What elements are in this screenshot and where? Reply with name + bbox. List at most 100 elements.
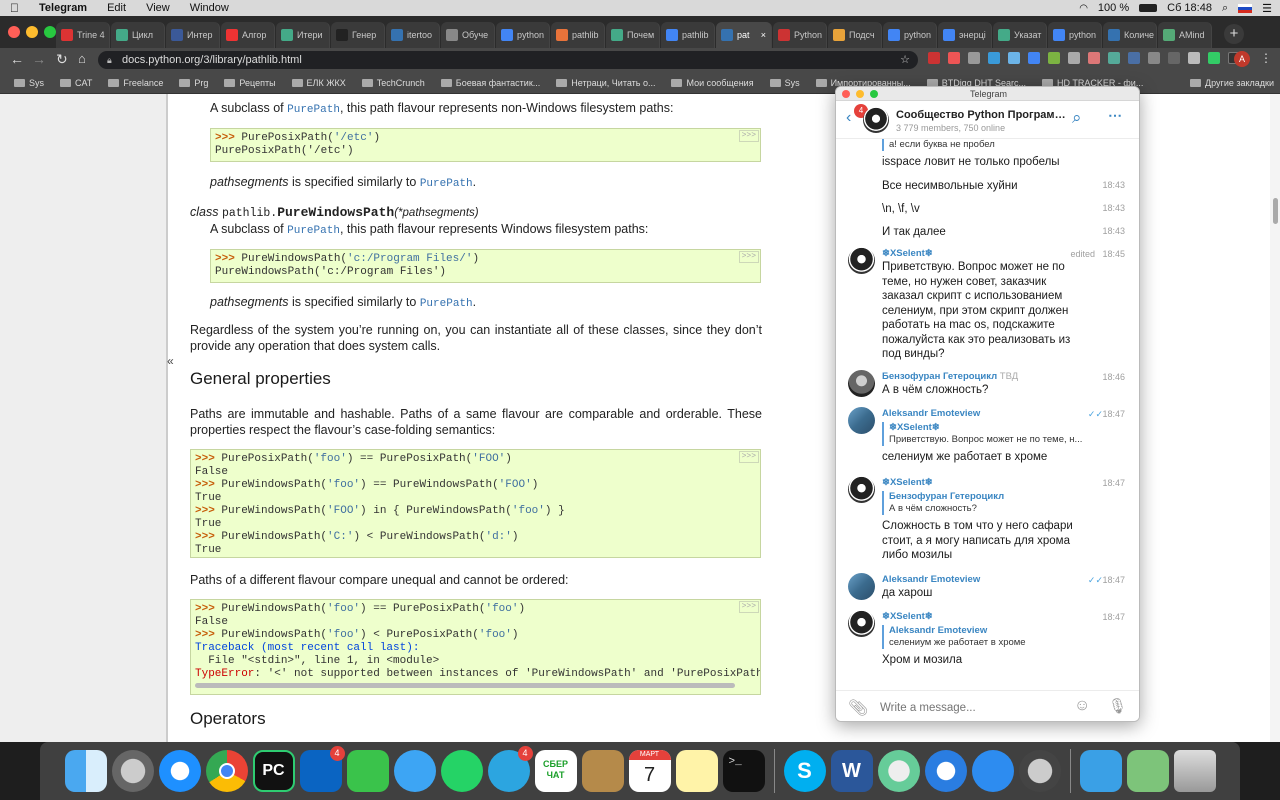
message[interactable]: Aleksandr Emoteview ❄XSelent❄ Приветствую… [882,408,1092,465]
browser-tab[interactable]: Итери [276,22,330,48]
extension-icon[interactable] [928,52,940,64]
terminal-icon[interactable]: >_ [722,750,765,792]
menu-app-name[interactable]: Telegram [29,0,97,16]
browser-tab[interactable]: python [883,22,937,48]
browser-tab[interactable]: python [1048,22,1102,48]
reply-quote[interactable]: ❄XSelent❄ Приветствую. Вопрос может не по… [882,422,1092,446]
launchpad-icon[interactable] [111,750,154,792]
flag-icon[interactable] [1238,3,1253,13]
message-input[interactable] [880,699,1070,716]
extension-icon[interactable] [948,52,960,64]
purepath-link[interactable]: PurePath [420,178,473,190]
sender-name[interactable]: ❄XSelent❄ [882,611,1092,623]
word-icon[interactable]: W [830,750,873,792]
back-icon[interactable]: ← [10,51,24,67]
quicktime-icon[interactable] [1018,750,1061,792]
browser-tab[interactable]: энерці [938,22,992,48]
bookmark-item[interactable]: TechCrunch [356,78,431,88]
reply-quote[interactable]: Aleksandr Emoteview селениум же работает … [882,625,1092,649]
bookmark-item[interactable]: Рецепты [218,78,281,88]
chat-avatar[interactable] [863,107,889,133]
copy-toggle-button[interactable]: >>> [738,251,759,263]
finder-icon[interactable] [64,750,107,792]
wifi-icon[interactable]: ◠ [1079,3,1088,14]
chat-name[interactable]: Сообщество Python Программ... [896,109,1066,121]
new-tab-button[interactable]: + [1224,24,1244,44]
extension-icon[interactable] [1028,52,1040,64]
search-icon[interactable]: ⌕ [1072,108,1082,128]
browser-tab[interactable]: Цикл [111,22,165,48]
copy-toggle-button[interactable]: >>> [738,451,759,463]
browser-tab[interactable]: AMind [1158,22,1212,48]
sender-name[interactable]: ❄XSelent❄ [882,248,1082,260]
message[interactable]: ❄XSelent❄ Бензофуран Гетероцикл А в чём с… [882,477,1092,563]
pycharm-icon[interactable]: PC [252,750,295,792]
app-icon[interactable] [924,750,967,792]
bookmark-item[interactable]: Боевая фантастик... [435,78,546,88]
close-tab-icon[interactable]: × [761,30,766,40]
sender-avatar[interactable] [848,370,875,397]
sender-name[interactable]: Aleksandr Emoteview [882,408,1092,420]
browser-tab[interactable]: python [496,22,550,48]
calendar-icon[interactable]: МАРТ 7 [628,750,671,792]
extension-icon[interactable] [1168,52,1180,64]
extension-icon[interactable] [968,52,980,64]
messages-icon[interactable] [393,750,436,792]
sidebar-collapse-button[interactable]: « [167,354,174,368]
browser-tab[interactable]: pathlib [551,22,605,48]
purepath-link[interactable]: PurePath [420,298,473,310]
whatsapp-icon[interactable] [440,750,483,792]
forward-icon[interactable]: → [32,51,46,67]
copy-toggle-button[interactable]: >>> [738,601,759,613]
bookmark-item[interactable]: Нетраци, Читать о... [550,78,661,88]
browser-tab[interactable]: Подсч [828,22,882,48]
extension-icon[interactable] [1208,52,1220,64]
minimize-window-button[interactable] [26,26,38,38]
tg-close-button[interactable] [842,90,850,98]
attach-icon[interactable]: 📎︎ [848,698,868,718]
search-icon[interactable]: ⌕ [1222,2,1228,15]
chrome-menu-icon[interactable]: ⋮ [1260,51,1272,65]
reply-quote[interactable]: Бензофуран Гетероцикл А в чём сложность? [882,491,1092,515]
bookmark-star-icon[interactable]: ☆ [900,51,910,69]
home-icon[interactable]: ⌂ [78,51,86,66]
sender-name[interactable]: Бензофуран Гетероцикл [882,371,997,382]
bookmark-item[interactable]: ЕЛК ЖКХ [286,78,352,88]
message[interactable]: И так далее [882,225,1132,240]
extension-icon[interactable] [1048,52,1060,64]
message[interactable]: Все несимвольные хуйни [882,179,1132,194]
extension-icon[interactable] [1128,52,1140,64]
bookmark-item[interactable]: CAT [54,78,98,88]
sender-avatar[interactable] [848,573,875,600]
address-bar[interactable]: 🔒︎ docs.python.org/3/library/pathlib.htm… [98,51,918,69]
browser-tab[interactable]: Python [773,22,827,48]
browser-tab[interactable]: Trine 4 [56,22,110,48]
safari-icon[interactable] [158,750,201,792]
back-chevron-icon[interactable]: ‹ [846,109,851,127]
tg-minimize-button[interactable] [856,90,864,98]
sberchat-icon[interactable]: СБЕР ЧАТ [534,750,577,792]
extension-icon[interactable] [1188,52,1200,64]
emoji-icon[interactable]: ☺ [1074,697,1090,715]
apple-icon[interactable]:  [0,0,29,16]
extension-icon[interactable] [1108,52,1120,64]
control-center-icon[interactable]: ☰ [1262,2,1272,15]
menu-window[interactable]: Window [180,0,239,16]
battery-icon[interactable] [1139,4,1158,12]
message[interactable]: а! если буква не пробел isspace ловит не… [882,139,1132,170]
zoom-window-button[interactable] [44,26,56,38]
browser-tab[interactable]: Генер [331,22,385,48]
message[interactable]: Бензофуран Гетероцикл ТВД А в чём сложно… [882,371,1132,398]
bookmark-item[interactable]: Sys [764,78,806,88]
browser-tab[interactable]: Количе [1103,22,1157,48]
downloads-folder-icon[interactable] [1079,750,1122,792]
more-icon[interactable]: ⋯ [1108,107,1122,124]
browser-tab[interactable]: Алгор [221,22,275,48]
sender-name[interactable]: ❄XSelent❄ [882,477,1092,489]
trash-icon[interactable] [1173,750,1216,792]
purepath-link[interactable]: PurePath [287,225,340,237]
purepath-link[interactable]: PurePath [287,104,340,116]
message[interactable]: ❄XSelent❄ Aleksandr Emoteview селениум же… [882,611,1092,668]
app-icon[interactable] [877,750,920,792]
sender-avatar[interactable] [848,407,875,434]
